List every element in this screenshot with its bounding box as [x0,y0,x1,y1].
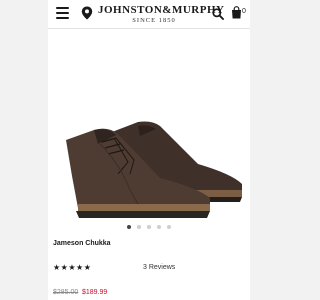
brand-name: JOHNSTON&MURPHY [98,4,225,16]
carousel-dot[interactable] [127,225,131,229]
carousel-dot[interactable] [137,225,141,229]
sale-price: $189.99 [82,289,108,296]
carousel-dots [48,225,250,231]
site-header: JOHNSTON&MURPHY SINCE 1850 0 [48,0,250,29]
star-rating[interactable]: ★★★★★ [53,263,91,272]
original-price: $285.00 [53,289,79,296]
hamburger-menu-icon[interactable] [56,7,69,19]
bag-count: 0 [242,8,246,15]
carousel-dot[interactable] [167,225,171,229]
carousel-dot[interactable] [157,225,161,229]
search-icon[interactable] [212,7,224,20]
shopping-bag-icon[interactable] [231,6,242,19]
map-pin-icon[interactable] [81,6,93,20]
product-image[interactable] [48,80,250,220]
brand-logo[interactable]: JOHNSTON&MURPHY SINCE 1850 [98,4,225,24]
brand-since: SINCE 1850 [132,17,176,24]
reviews-link[interactable]: 3 Reviews [143,264,175,271]
product-name: Jameson Chukka [53,240,111,247]
product-page: JOHNSTON&MURPHY SINCE 1850 0 Jameson Chu… [48,0,250,300]
carousel-dot[interactable] [147,225,151,229]
